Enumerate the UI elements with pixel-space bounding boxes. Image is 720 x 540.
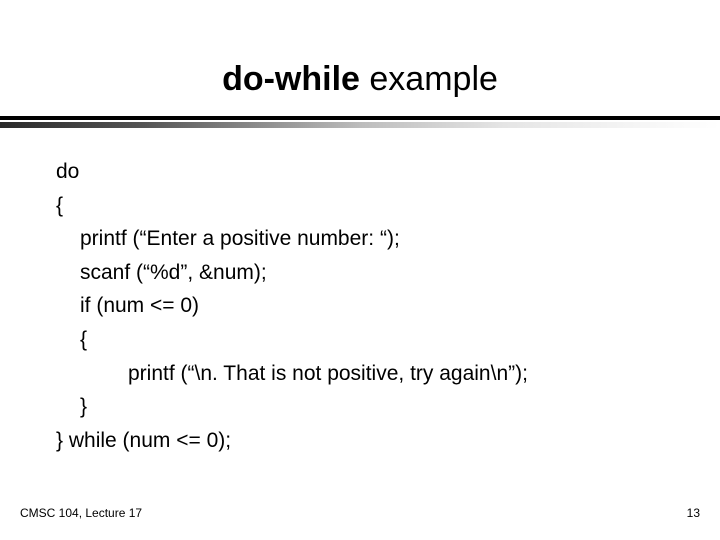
code-line: { bbox=[56, 189, 686, 223]
title-bold: do-while bbox=[222, 60, 360, 98]
code-line: } bbox=[56, 390, 686, 424]
divider-gradient bbox=[0, 122, 720, 128]
code-line: scanf (“%d”, &num); bbox=[56, 256, 686, 290]
code-line: printf (“\n. That is not positive, try a… bbox=[56, 357, 686, 391]
slide: do-while example do { printf (“Enter a p… bbox=[0, 0, 720, 540]
footer-page-number: 13 bbox=[687, 506, 700, 520]
footer-course: CMSC 104, Lecture 17 bbox=[20, 506, 142, 520]
title-rest: example bbox=[360, 60, 498, 98]
divider bbox=[0, 116, 720, 128]
code-line: printf (“Enter a positive number: “); bbox=[56, 222, 686, 256]
slide-title: do-while example bbox=[0, 60, 720, 99]
divider-top bbox=[0, 116, 720, 120]
code-line: { bbox=[56, 323, 686, 357]
code-line: do bbox=[56, 155, 686, 189]
code-line: if (num <= 0) bbox=[56, 289, 686, 323]
code-line: } while (num <= 0); bbox=[56, 424, 686, 458]
code-block: do { printf (“Enter a positive number: “… bbox=[56, 155, 686, 457]
